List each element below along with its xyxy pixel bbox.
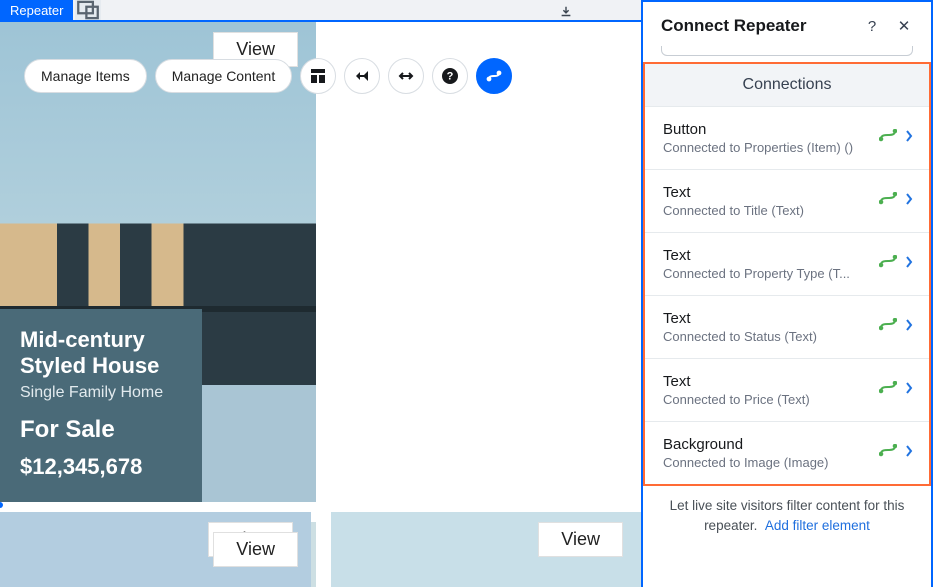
connection-title: Background bbox=[663, 436, 871, 453]
dataset-dropdown-hint[interactable] bbox=[661, 46, 913, 56]
connection-sub: Connected to Title (Text) bbox=[663, 203, 871, 218]
connection-title: Text bbox=[663, 310, 871, 327]
card-row-2: View View bbox=[0, 512, 641, 587]
connection-title: Text bbox=[663, 373, 871, 390]
connection-title: Button bbox=[663, 121, 871, 138]
card-info: Mid-century Styled House Single Family H… bbox=[0, 309, 202, 502]
card-property-type: Single Family Home bbox=[20, 384, 182, 402]
layout-icon[interactable] bbox=[300, 58, 336, 94]
help-icon[interactable]: ? bbox=[432, 58, 468, 94]
chevron-right-icon bbox=[905, 192, 913, 210]
connected-icon bbox=[879, 444, 897, 463]
download-icon[interactable] bbox=[555, 3, 577, 21]
connection-item-button[interactable]: Button Connected to Properties (Item) () bbox=[645, 106, 929, 169]
chevron-right-icon bbox=[905, 444, 913, 462]
connection-item-background[interactable]: Background Connected to Image (Image) bbox=[645, 421, 929, 484]
card-item-4[interactable]: View bbox=[331, 512, 642, 587]
card-price: $12,345,678 bbox=[20, 454, 182, 480]
connection-sub: Connected to Image (Image) bbox=[663, 455, 871, 470]
manage-items-label: Manage Items bbox=[41, 68, 130, 84]
view-label: View bbox=[236, 539, 275, 559]
chevron-right-icon bbox=[905, 381, 913, 399]
view-button[interactable]: View bbox=[538, 522, 623, 557]
connected-icon bbox=[879, 381, 897, 400]
connection-item-text-status[interactable]: Text Connected to Status (Text) bbox=[645, 295, 929, 358]
connection-item-text-ptype[interactable]: Text Connected to Property Type (T... bbox=[645, 232, 929, 295]
chevron-right-icon bbox=[905, 318, 913, 336]
chevron-right-icon bbox=[905, 129, 913, 147]
connection-sub: Connected to Price (Text) bbox=[663, 392, 871, 407]
connected-icon bbox=[879, 192, 897, 211]
floating-toolbar: Manage Items Manage Content ? bbox=[24, 58, 512, 94]
tab-icon-responsive[interactable] bbox=[75, 0, 101, 20]
connect-repeater-panel: Connect Repeater ? ✕ Connections Button … bbox=[641, 0, 933, 587]
add-filter-link[interactable]: Add filter element bbox=[765, 518, 870, 533]
connected-icon bbox=[879, 318, 897, 337]
connections-header: Connections bbox=[645, 64, 929, 106]
panel-title: Connect Repeater bbox=[661, 16, 861, 36]
connection-sub: Connected to Property Type (T... bbox=[663, 266, 871, 281]
panel-header: Connect Repeater ? ✕ bbox=[643, 2, 931, 46]
panel-close-button[interactable]: ✕ bbox=[893, 17, 915, 35]
connected-icon bbox=[879, 129, 897, 148]
panel-help-button[interactable]: ? bbox=[861, 18, 883, 35]
connection-sub: Connected to Properties (Item) () bbox=[663, 140, 871, 155]
manage-content-label: Manage Content bbox=[172, 68, 276, 84]
connection-item-text-title[interactable]: Text Connected to Title (Text) bbox=[645, 169, 929, 232]
chevron-right-icon bbox=[905, 255, 913, 273]
svg-text:?: ? bbox=[447, 71, 454, 83]
view-label: View bbox=[236, 39, 275, 59]
connected-icon bbox=[879, 255, 897, 274]
connections-section: Connections Button Connected to Properti… bbox=[643, 62, 931, 486]
view-button[interactable]: View bbox=[213, 532, 298, 567]
connection-item-text-price[interactable]: Text Connected to Price (Text) bbox=[645, 358, 929, 421]
card-title: Mid-century Styled House bbox=[20, 327, 182, 378]
connection-title: Text bbox=[663, 247, 871, 264]
manage-content-button[interactable]: Manage Content bbox=[155, 59, 293, 93]
view-label: View bbox=[561, 529, 600, 549]
repeater-canvas: View Mid-century Styled House Single Fam… bbox=[0, 22, 641, 587]
connection-title: Text bbox=[663, 184, 871, 201]
card-status: For Sale bbox=[20, 416, 182, 444]
connections-list: Button Connected to Properties (Item) ()… bbox=[645, 106, 929, 484]
card-item-1[interactable]: View Mid-century Styled House Single Fam… bbox=[0, 22, 316, 502]
animation-icon[interactable] bbox=[344, 58, 380, 94]
connect-data-icon[interactable] bbox=[476, 58, 512, 94]
stretch-icon[interactable] bbox=[388, 58, 424, 94]
connection-sub: Connected to Status (Text) bbox=[663, 329, 871, 344]
filter-note: Let live site visitors filter content fo… bbox=[643, 486, 931, 535]
tab-repeater[interactable]: Repeater bbox=[0, 0, 73, 20]
manage-items-button[interactable]: Manage Items bbox=[24, 59, 147, 93]
tab-label: Repeater bbox=[10, 3, 63, 18]
